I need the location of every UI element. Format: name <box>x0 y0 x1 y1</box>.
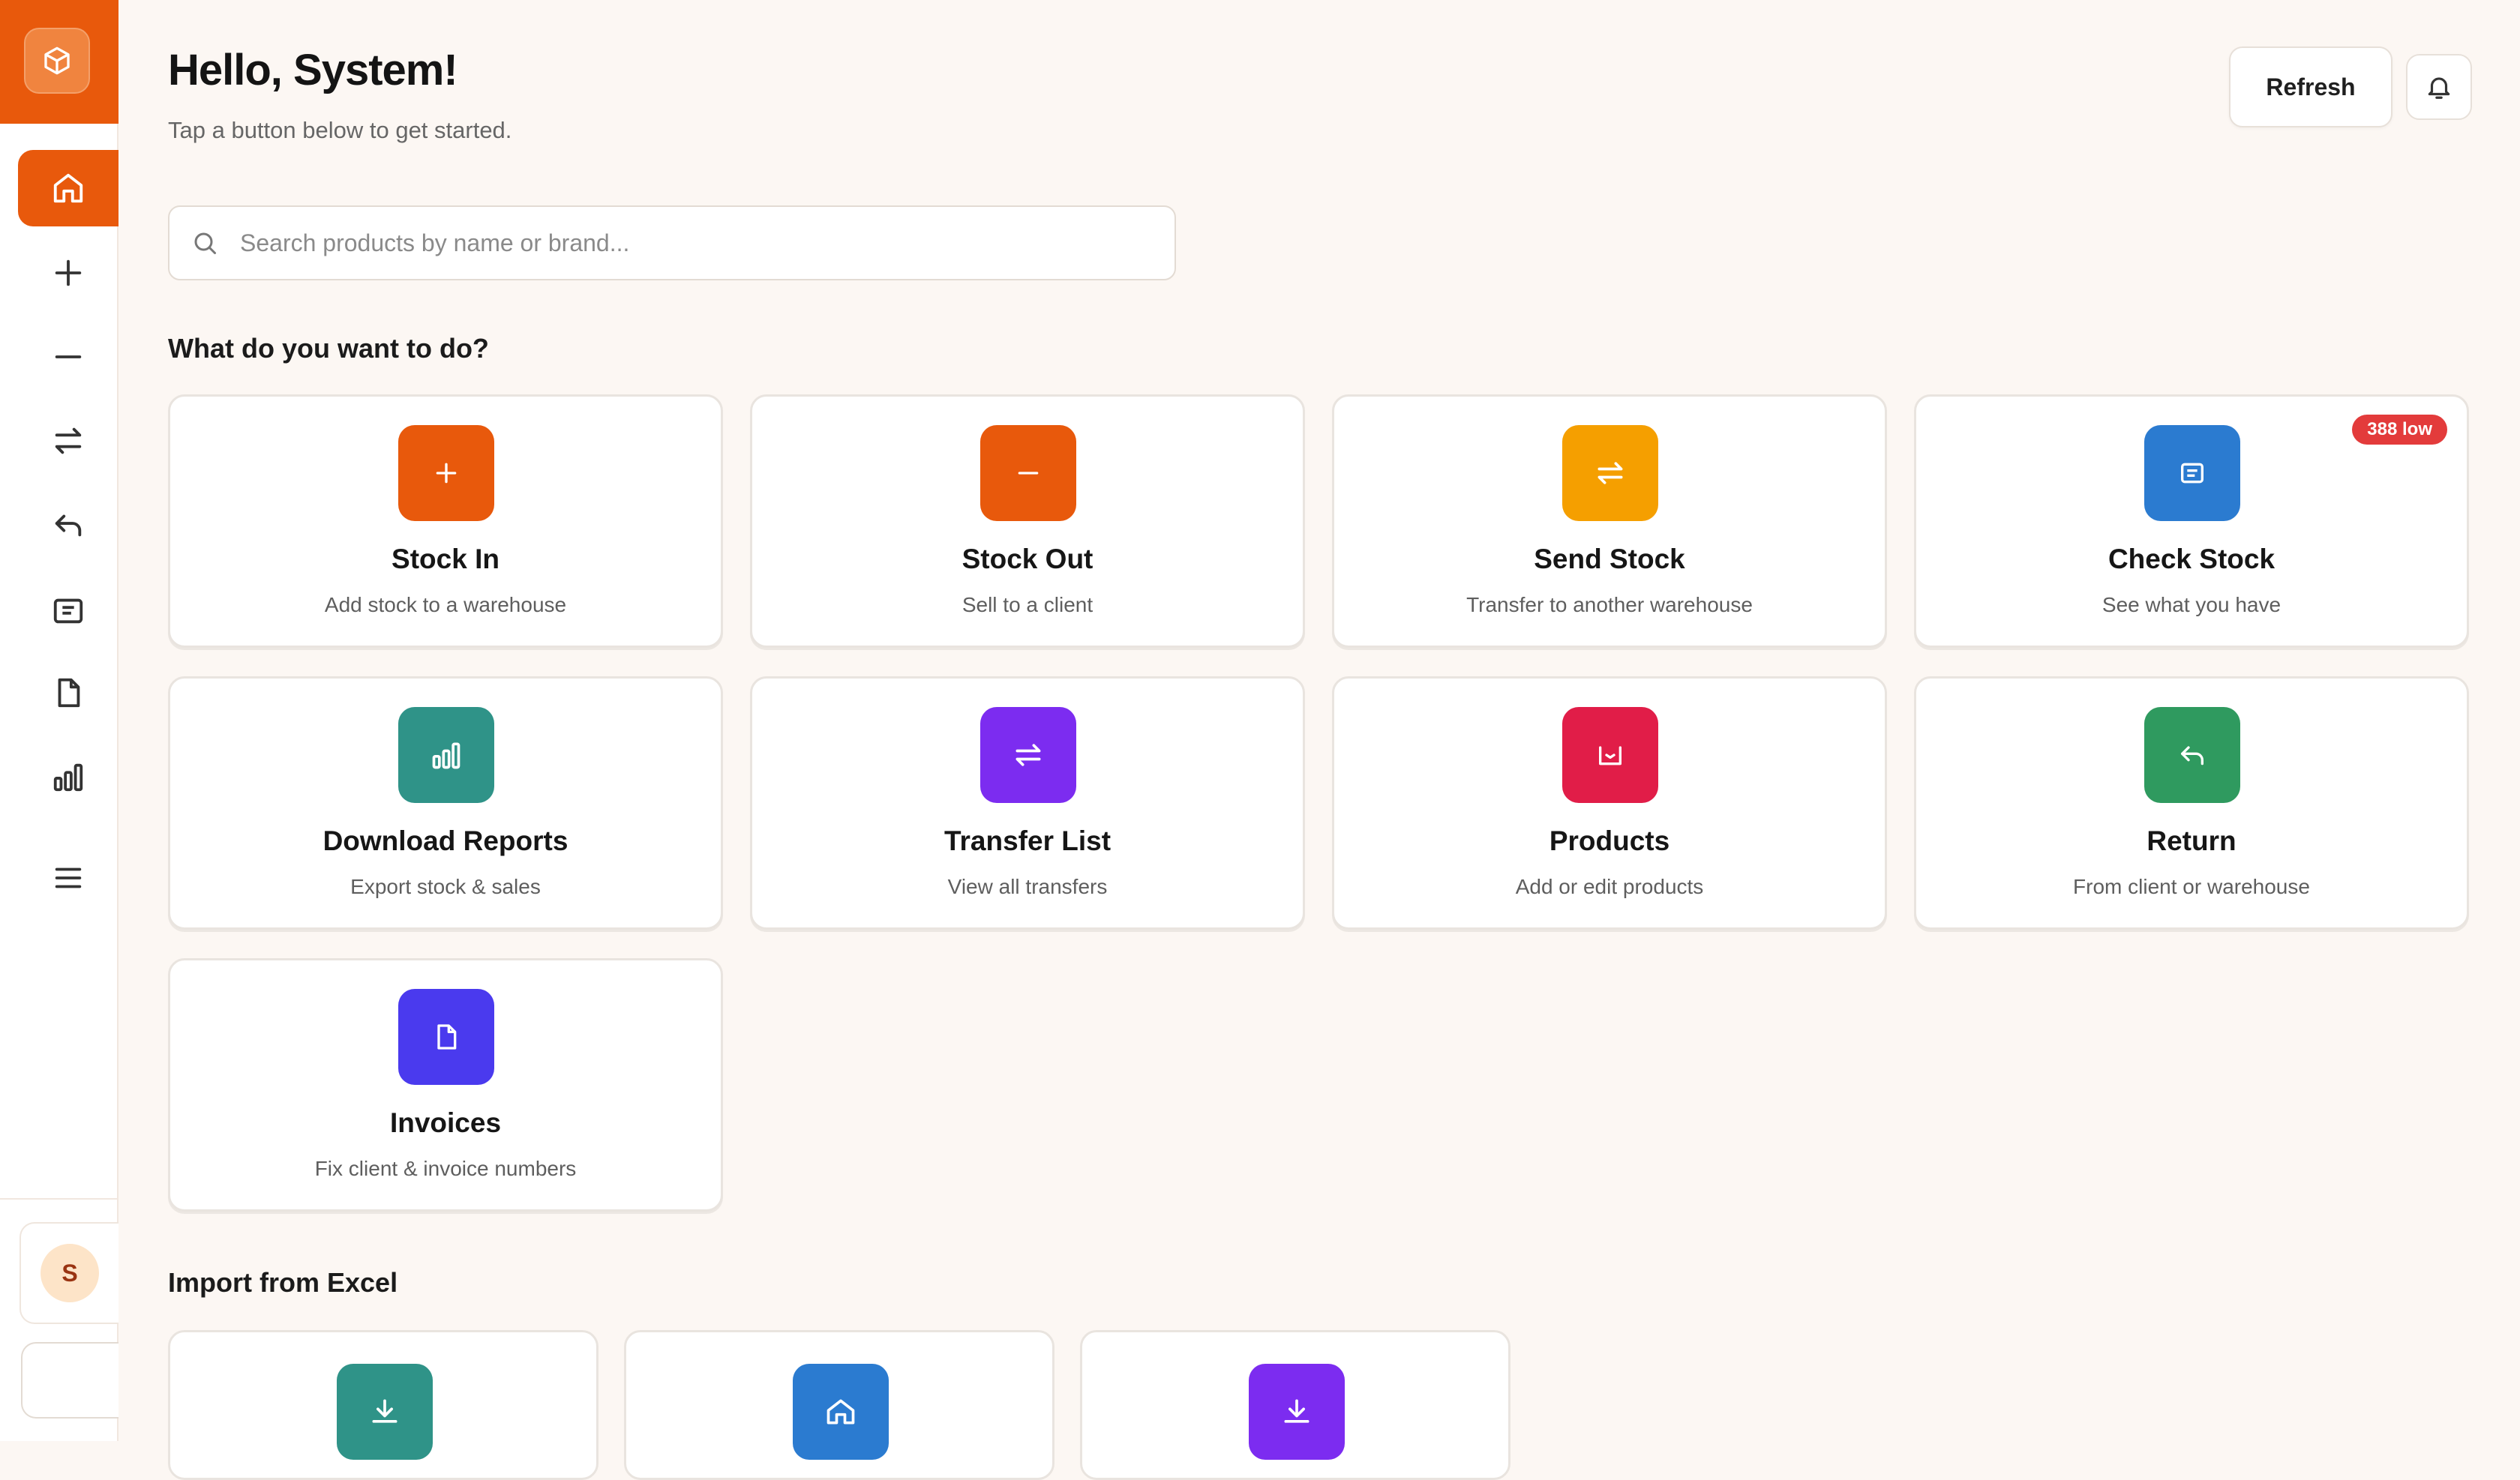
card-subtitle: Fix client & invoice numbers <box>314 1157 577 1180</box>
search-bar <box>168 205 1176 280</box>
bar-chart-icon <box>53 763 83 792</box>
app-logo[interactable] <box>24 28 90 94</box>
menu-icon <box>55 867 82 888</box>
document-icon <box>437 1024 457 1050</box>
card-title: Send Stock <box>1534 544 1685 574</box>
bell-icon <box>2428 77 2450 99</box>
check-stock-icon-tile <box>2144 425 2240 521</box>
refresh-button[interactable]: Refresh <box>2229 46 2392 127</box>
download-icon <box>372 1399 398 1423</box>
download-icon <box>1284 1399 1310 1423</box>
products-icon-tile <box>1562 707 1658 803</box>
stock-in-icon-tile <box>398 425 494 521</box>
low-stock-badge: 388 low <box>2352 415 2447 445</box>
card-title: Invoices <box>389 1107 502 1138</box>
stock-in-card[interactable]: Stock In Add stock to a warehouse <box>168 394 723 648</box>
return-icon <box>2181 746 2204 765</box>
card-subtitle: Transfer to another warehouse <box>1466 593 1753 616</box>
return-icon-tile <box>2144 707 2240 803</box>
sidebar: S <box>0 0 118 1441</box>
card-title: Return <box>2146 825 2236 856</box>
import-icon-tile <box>1249 1364 1345 1460</box>
box-icon <box>44 46 70 75</box>
transfer-icon <box>1016 744 1041 766</box>
stock-out-card[interactable]: Stock Out Sell to a client <box>750 394 1305 648</box>
sidebar-item-invoices[interactable] <box>18 655 118 731</box>
sidebar-item-send-stock[interactable] <box>18 403 118 479</box>
actions-section-title: What do you want to do? <box>168 333 489 364</box>
sidebar-divider <box>0 1198 118 1200</box>
bar-chart-icon <box>432 742 460 769</box>
document-icon <box>58 678 80 708</box>
import-icon-tile <box>793 1364 889 1460</box>
card-title: Download Reports <box>322 825 568 856</box>
card-subtitle: Add or edit products <box>1515 875 1704 898</box>
sidebar-item-menu[interactable] <box>18 840 118 916</box>
return-icon <box>55 514 82 537</box>
avatar: S <box>40 1244 99 1302</box>
page-title: Hello, System! <box>168 46 458 94</box>
stock-out-icon-tile <box>980 425 1076 521</box>
plus-icon <box>436 463 457 484</box>
sidebar-item-check-stock[interactable] <box>18 572 118 649</box>
inventory-icon <box>2181 463 2204 484</box>
search-icon <box>194 232 216 254</box>
return-card[interactable]: Return From client or warehouse <box>1914 676 2469 930</box>
card-subtitle: See what you have <box>2102 593 2282 616</box>
import-card-1[interactable] <box>168 1330 598 1480</box>
home-icon <box>53 173 83 203</box>
minus-icon <box>1018 472 1039 475</box>
invoices-card[interactable]: Invoices Fix client & invoice numbers <box>168 958 723 1212</box>
invoices-icon-tile <box>398 989 494 1085</box>
transfer-list-card[interactable]: Transfer List View all transfers <box>750 676 1305 930</box>
logo-area <box>0 0 118 124</box>
sidebar-item-return[interactable] <box>18 487 118 563</box>
search-input[interactable] <box>240 229 1140 257</box>
import-icon-tile <box>337 1364 433 1460</box>
import-section-title: Import from Excel <box>168 1267 398 1298</box>
page-subtitle: Tap a button below to get started. <box>168 117 512 143</box>
home-icon <box>826 1399 855 1425</box>
card-title: Stock In <box>392 544 500 574</box>
card-subtitle: Export stock & sales <box>350 875 541 898</box>
card-subtitle: View all transfers <box>947 875 1108 898</box>
plus-icon <box>55 259 82 286</box>
send-stock-card[interactable]: Send Stock Transfer to another warehouse <box>1332 394 1887 648</box>
download-reports-icon-tile <box>398 707 494 803</box>
import-card-2[interactable] <box>624 1330 1054 1480</box>
transfer-list-icon-tile <box>980 707 1076 803</box>
card-title: Stock Out <box>962 544 1094 574</box>
download-reports-card[interactable]: Download Reports Export stock & sales <box>168 676 723 930</box>
sidebar-item-stock-in[interactable] <box>18 235 118 311</box>
notifications-button[interactable] <box>2406 54 2472 120</box>
sidebar-item-home[interactable] <box>18 150 118 226</box>
sidebar-item-stock-out[interactable] <box>18 319 118 395</box>
transfer-icon <box>1598 462 1623 484</box>
send-stock-icon-tile <box>1562 425 1658 521</box>
card-title: Check Stock <box>2108 544 2276 574</box>
user-card[interactable]: S <box>20 1222 118 1324</box>
card-title: Products <box>1549 825 1670 856</box>
transfer-icon <box>55 427 82 454</box>
check-stock-card[interactable]: 388 low Check Stock See what you have <box>1914 394 2469 648</box>
card-title: Transfer List <box>944 825 1112 856</box>
sidebar-bottom-button[interactable] <box>21 1342 118 1419</box>
card-subtitle: Add stock to a warehouse <box>324 593 567 616</box>
card-subtitle: Sell to a client <box>962 593 1094 616</box>
inventory-icon <box>53 598 83 624</box>
products-card[interactable]: Products Add or edit products <box>1332 676 1887 930</box>
minus-icon <box>55 355 82 358</box>
import-card-3[interactable] <box>1080 1330 1510 1480</box>
sidebar-item-reports[interactable] <box>18 739 118 815</box>
card-subtitle: From client or warehouse <box>2073 875 2310 898</box>
basket-icon <box>1599 746 1622 765</box>
